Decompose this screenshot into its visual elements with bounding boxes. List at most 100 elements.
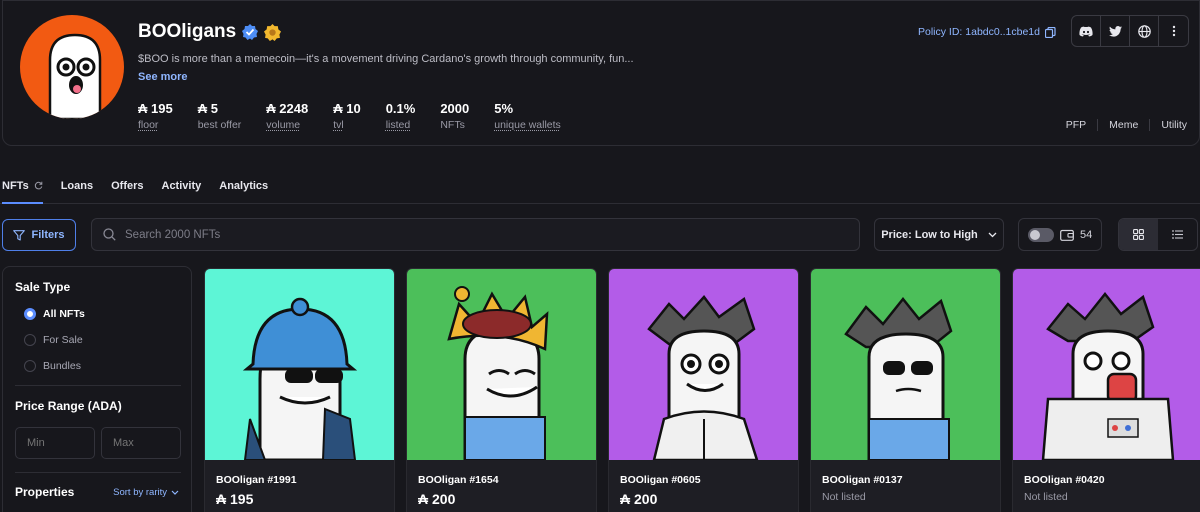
verified-badge-icon (242, 24, 258, 40)
tab-analytics[interactable]: Analytics (219, 172, 268, 204)
discord-button[interactable] (1072, 16, 1101, 46)
stat-value: ₳ 195 (138, 101, 173, 116)
filters-label: Filters (31, 229, 64, 241)
collection-header: BOOligans $BOO is more than a memecoin—i… (2, 0, 1200, 146)
stat-value: ₳ 2248 (266, 101, 308, 116)
price-max-input[interactable] (101, 427, 181, 459)
radio-unselected[interactable] (24, 334, 36, 346)
policy-id[interactable]: Policy ID: 1abdc0..1cbe1d (918, 26, 1056, 38)
nft-name: BOOligan #0137 (822, 474, 903, 486)
stat-label: NFTs (440, 119, 469, 131)
nft-name: BOOligan #1654 (418, 474, 499, 486)
my-wallet-toggle[interactable]: 54 (1018, 218, 1102, 251)
nft-card[interactable]: BOOligan #0137 Not listed (810, 268, 1001, 512)
radio-selected[interactable] (24, 308, 36, 320)
twitter-button[interactable] (1101, 16, 1130, 46)
more-button[interactable] (1159, 16, 1188, 46)
divider (15, 472, 181, 473)
nft-price: ₳ 195 (216, 491, 253, 507)
stat-value: ₳ 5 (198, 101, 242, 116)
nft-name: BOOligan #1991 (216, 474, 297, 486)
stat-value: 0.1% (386, 101, 416, 116)
globe-icon (1138, 25, 1151, 38)
policy-id-text: Policy ID: 1abdc0..1cbe1d (918, 26, 1040, 38)
twitter-icon (1109, 26, 1122, 37)
stat-best-offer: ₳ 5 best offer (198, 101, 242, 131)
nft-price: ₳ 200 (418, 491, 455, 507)
nft-image[interactable] (811, 269, 1000, 460)
discord-icon (1079, 26, 1093, 37)
search-bar[interactable] (91, 218, 860, 251)
grid-icon (1133, 229, 1144, 240)
sale-option-bundles[interactable]: Bundles (24, 360, 81, 372)
collection-tabs: NFTs Loans Offers Activity Analytics (0, 172, 1200, 204)
nft-name: BOOligan #0420 (1024, 474, 1105, 486)
stat-label: volume (266, 119, 308, 131)
nft-image[interactable] (407, 269, 596, 460)
collection-page: BOOligans $BOO is more than a memecoin—i… (0, 0, 1200, 512)
sort-rarity-label: Sort by rarity (113, 487, 167, 498)
radio-unselected[interactable] (24, 360, 36, 372)
stat-volume[interactable]: ₳ 2248 volume (266, 101, 308, 131)
divider (15, 385, 181, 386)
collection-stats: ₳ 195 floor ₳ 5 best offer ₳ 2248 volume ₳ … (138, 101, 586, 131)
grid-view-button[interactable] (1119, 219, 1158, 250)
chevron-down-icon (171, 490, 179, 495)
stat-label: listed (386, 119, 416, 131)
properties-title: Properties (15, 485, 74, 499)
sale-option-label: Bundles (43, 360, 81, 372)
see-more-link[interactable]: See more (138, 71, 188, 83)
nft-image[interactable] (1013, 269, 1200, 460)
tab-activity[interactable]: Activity (162, 172, 202, 204)
nft-image[interactable] (609, 269, 798, 460)
sale-option-for-sale[interactable]: For Sale (24, 334, 83, 346)
refresh-icon[interactable] (34, 181, 43, 190)
tab-label: Analytics (219, 180, 268, 192)
list-icon (1172, 230, 1183, 239)
view-switcher (1118, 218, 1198, 251)
stat-value: ₳ 10 (333, 101, 360, 116)
sale-option-label: For Sale (43, 334, 83, 346)
collection-avatar (20, 15, 124, 119)
list-view-button[interactable] (1158, 219, 1197, 250)
nft-status: Not listed (1024, 491, 1068, 503)
price-min-input[interactable] (15, 427, 95, 459)
copy-icon[interactable] (1045, 27, 1056, 38)
website-button[interactable] (1130, 16, 1159, 46)
nft-card[interactable]: BOOligan #1991 ₳ 195 (204, 268, 395, 512)
stat-label: unique wallets (494, 119, 561, 131)
category-tag[interactable]: PFP (1055, 119, 1098, 131)
tab-label: Offers (111, 180, 143, 192)
tab-offers[interactable]: Offers (111, 172, 143, 204)
nft-card[interactable]: BOOligan #0420 Not listed (1012, 268, 1200, 512)
sort-by-rarity-dropdown[interactable]: Sort by rarity (113, 487, 179, 498)
filters-button[interactable]: Filters (2, 219, 76, 251)
category-tag[interactable]: Utility (1150, 119, 1187, 131)
stat-listed[interactable]: 0.1% listed (386, 101, 416, 131)
stat-unique-wallets[interactable]: 5% unique wallets (494, 101, 561, 131)
filter-icon (13, 230, 25, 241)
nft-price: ₳ 200 (620, 491, 657, 507)
category-tag[interactable]: Meme (1098, 119, 1150, 131)
stat-label: floor (138, 119, 173, 131)
sort-dropdown[interactable]: Price: Low to High (874, 218, 1004, 251)
stat-tvl[interactable]: ₳ 10 tvl (333, 101, 360, 131)
search-icon (103, 228, 116, 241)
tab-nfts[interactable]: NFTs (2, 172, 43, 204)
nft-image[interactable] (205, 269, 394, 460)
nft-card[interactable]: BOOligan #1654 ₳ 200 (406, 268, 597, 512)
toggle-switch[interactable] (1028, 228, 1054, 242)
stat-value: 5% (494, 101, 561, 116)
nft-card[interactable]: BOOligan #0605 ₳ 200 (608, 268, 799, 512)
more-icon (1172, 25, 1176, 37)
sale-option-all[interactable]: All NFTs (24, 308, 85, 320)
stat-floor[interactable]: ₳ 195 floor (138, 101, 173, 131)
price-range-title: Price Range (ADA) (15, 399, 122, 413)
stat-label: best offer (198, 119, 242, 131)
gold-badge-icon (264, 24, 281, 41)
wallet-count: 54 (1080, 229, 1092, 241)
tab-loans[interactable]: Loans (61, 172, 93, 204)
tab-label: NFTs (2, 180, 29, 192)
search-input[interactable] (125, 229, 825, 241)
stat-nfts: 2000 NFTs (440, 101, 469, 131)
